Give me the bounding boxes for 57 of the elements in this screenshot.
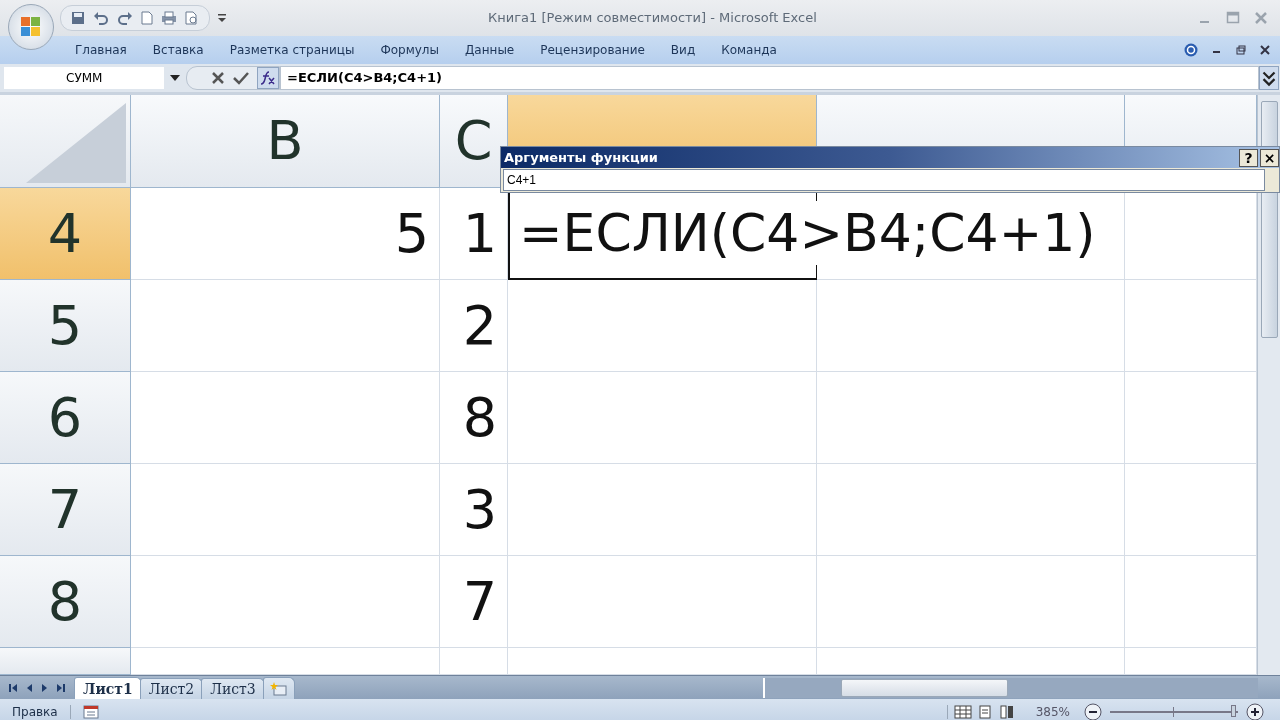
name-box[interactable]: СУММ bbox=[4, 67, 164, 89]
checkmark-icon[interactable] bbox=[233, 71, 249, 85]
undo-icon[interactable] bbox=[93, 11, 109, 25]
close-button[interactable]: × bbox=[1260, 148, 1279, 167]
save-icon[interactable] bbox=[71, 11, 85, 25]
zoom-slider-thumb[interactable] bbox=[1231, 704, 1237, 717]
expand-icon[interactable] bbox=[1259, 66, 1279, 90]
row-header[interactable]: 7 bbox=[0, 464, 131, 556]
column-header[interactable]: B bbox=[131, 95, 440, 188]
customize-toolbar-icon[interactable] bbox=[218, 13, 226, 23]
table-cell: 2 bbox=[440, 280, 508, 372]
sheet-tab[interactable]: Лист1 bbox=[74, 677, 142, 699]
formula-field[interactable]: =ЕСЛИ(C4>B4;C4+1) bbox=[280, 66, 1259, 90]
ribbon-tab[interactable]: Рецензирование bbox=[540, 43, 645, 57]
vertical-scrollbar[interactable] bbox=[1257, 95, 1280, 675]
normal-view-icon[interactable] bbox=[953, 704, 972, 719]
new-document-icon[interactable] bbox=[141, 11, 153, 25]
cancel-icon[interactable] bbox=[211, 71, 225, 85]
ribbon-tab[interactable]: Главная bbox=[75, 43, 127, 57]
table-cell: 5 bbox=[131, 188, 440, 280]
window-title: Книга1 [Режим совместимости] - Microsoft Excel bbox=[488, 10, 817, 25]
macro-record-icon[interactable] bbox=[82, 704, 99, 719]
ribbon-tab[interactable]: Данные bbox=[464, 43, 515, 57]
office-button[interactable] bbox=[8, 4, 54, 50]
table-cell: 3 bbox=[440, 464, 508, 556]
page-break-icon[interactable] bbox=[997, 704, 1016, 719]
help-button[interactable]: ? bbox=[1239, 148, 1258, 167]
ribbon-tab[interactable]: Вставка bbox=[152, 43, 204, 57]
sheet-tab[interactable]: Лист3 bbox=[201, 678, 265, 699]
redo-icon[interactable] bbox=[117, 11, 133, 25]
close-icon[interactable] bbox=[1260, 45, 1270, 55]
print-icon[interactable] bbox=[161, 11, 177, 25]
table-cell: 7 bbox=[440, 556, 508, 648]
help-icon[interactable] bbox=[1184, 43, 1198, 57]
horizontal-scrollbar[interactable] bbox=[762, 678, 1258, 698]
first-sheet-icon[interactable] bbox=[8, 683, 18, 693]
ribbon-tab[interactable]: Команда bbox=[721, 43, 777, 57]
table-cell: 8 bbox=[440, 372, 508, 464]
row-header[interactable]: 8 bbox=[0, 556, 131, 648]
sheet-tab[interactable]: Лист2 bbox=[139, 678, 204, 699]
ribbon-tab[interactable]: Вид bbox=[670, 43, 696, 57]
last-sheet-icon[interactable] bbox=[56, 683, 66, 693]
row-header[interactable]: 6 bbox=[0, 372, 131, 464]
print-preview-icon[interactable] bbox=[185, 11, 199, 25]
row-header[interactable]: 5 bbox=[0, 280, 131, 372]
zoom-level[interactable]: 385% bbox=[1035, 704, 1070, 719]
insert-function-button[interactable] bbox=[257, 67, 279, 89]
argument-field[interactable]: C4+1 bbox=[503, 169, 1265, 191]
ribbon-tab[interactable]: Формулы bbox=[380, 43, 439, 57]
row-header[interactable]: 4 bbox=[0, 188, 131, 280]
dropdown-arrow-icon[interactable] bbox=[170, 75, 180, 81]
zoom-out-icon[interactable] bbox=[1084, 702, 1102, 720]
restore-icon[interactable] bbox=[1236, 45, 1246, 55]
status-mode: Правка bbox=[0, 704, 71, 719]
zoom-in-icon[interactable] bbox=[1246, 702, 1264, 720]
ribbon-tab[interactable]: Разметка страницы bbox=[229, 43, 355, 57]
function-icon bbox=[260, 71, 276, 85]
